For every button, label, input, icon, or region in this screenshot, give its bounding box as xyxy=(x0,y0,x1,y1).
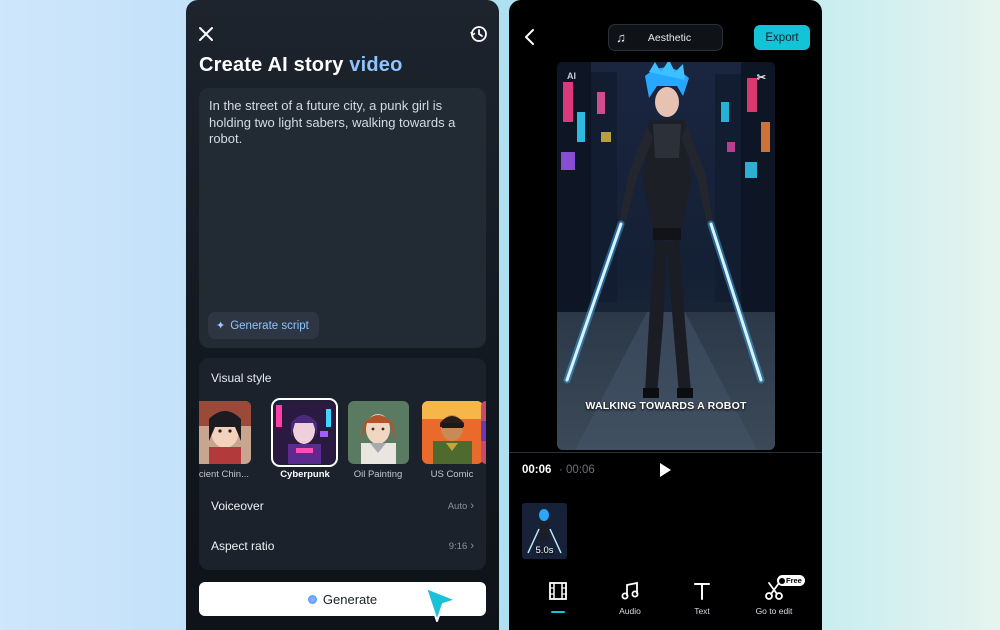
style-thumb-oil-painting[interactable] xyxy=(348,401,409,464)
prompt-input[interactable]: In the street of a future city, a punk g… xyxy=(199,88,486,348)
sparkle-icon: ✦ xyxy=(216,320,226,332)
aspect-ratio-value: 9:16 xyxy=(449,540,474,552)
audio-label: Audio xyxy=(619,606,641,616)
style-label-ancient-chinese: cient Chin... xyxy=(199,469,249,480)
aspect-ratio-row[interactable]: Aspect ratio 9:16 xyxy=(211,536,474,556)
timeline-clip[interactable]: 5.0s xyxy=(522,503,567,559)
style-thumb-ancient-chinese[interactable] xyxy=(199,401,251,464)
music-name: Aesthetic xyxy=(647,31,692,44)
audio-icon xyxy=(621,581,639,600)
page-title-main: Create AI story xyxy=(199,54,350,76)
style-label-oil-painting: Oil Painting xyxy=(353,469,403,480)
aspect-ratio-label: Aspect ratio xyxy=(211,539,275,553)
current-time: 00:06 xyxy=(522,464,552,476)
video-preview[interactable]: AI ✂ WALKING TOWARDS A ROBOT xyxy=(557,62,775,450)
free-badge-label: Free xyxy=(786,576,802,585)
total-time: · 00:06 xyxy=(559,464,595,476)
film-icon xyxy=(549,582,567,600)
video-caption: WALKING TOWARDS A ROBOT xyxy=(585,400,747,412)
story-video-screen: Create AI story video In the street of a… xyxy=(186,0,499,630)
bottom-toolbar: Audio Text Go to edit Free xyxy=(509,575,822,620)
toolbar-go-to-edit[interactable]: Go to edit Free xyxy=(744,575,805,616)
active-tab-indicator xyxy=(551,611,565,613)
play-icon[interactable] xyxy=(658,462,672,478)
style-label-us-comic: US Comic xyxy=(430,469,474,480)
capcut-logo-icon: ✂ xyxy=(756,72,766,84)
cursor-icon xyxy=(425,587,457,622)
ai-watermark: AI xyxy=(567,71,576,81)
generate-label: Generate xyxy=(322,591,378,607)
music-note-icon: ♫ xyxy=(616,30,626,45)
voiceover-label: Voiceover xyxy=(211,499,264,513)
text-label: Text xyxy=(694,606,710,616)
prompt-text[interactable]: In the street of a future city, a punk g… xyxy=(209,98,474,148)
generate-script-button[interactable]: ✦ Generate script xyxy=(208,312,319,339)
text-icon xyxy=(694,583,710,600)
free-badge: Free xyxy=(777,575,805,586)
generate-orb-icon xyxy=(307,594,317,604)
export-button[interactable]: Export xyxy=(754,25,810,50)
settings-panel: Visual style cient Chin... Cyberpunk Oil… xyxy=(199,358,486,570)
music-selector[interactable]: ♫ Aesthetic xyxy=(608,24,723,51)
editor-screen: ♫ Aesthetic Export AI ✂ WALKING TOWARDS … xyxy=(509,0,822,630)
clip-duration: 5.0s xyxy=(535,545,554,556)
page-title-accent: video xyxy=(349,54,403,76)
visual-style-label: Visual style xyxy=(211,371,272,385)
toolbar-text[interactable]: Text xyxy=(672,580,732,616)
free-badge-icon xyxy=(779,577,785,584)
back-icon[interactable] xyxy=(523,28,537,46)
style-label-cyberpunk: Cyberpunk xyxy=(280,469,330,480)
style-thumb-next[interactable] xyxy=(481,401,486,464)
timeline-divider xyxy=(509,452,822,453)
voiceover-row[interactable]: Voiceover Auto xyxy=(211,496,474,516)
history-icon[interactable] xyxy=(469,24,489,44)
voiceover-value: Auto xyxy=(448,500,474,512)
toolbar-video[interactable] xyxy=(528,580,588,613)
page-title: Create AI story video xyxy=(199,54,403,77)
style-carousel[interactable]: cient Chin... Cyberpunk Oil Painting US … xyxy=(199,398,486,481)
video-frame-image xyxy=(557,62,775,450)
generate-script-label: Generate script xyxy=(230,319,309,332)
toolbar-audio[interactable]: Audio xyxy=(600,580,660,616)
close-icon[interactable] xyxy=(196,24,216,44)
style-thumb-cyberpunk[interactable] xyxy=(271,398,338,467)
go-to-edit-label: Go to edit xyxy=(755,606,793,616)
style-thumb-us-comic[interactable] xyxy=(422,401,483,464)
